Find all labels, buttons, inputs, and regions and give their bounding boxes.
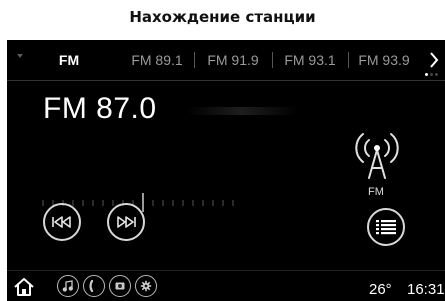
radio-screen: FM FM 89.1 FM 91.9 FM 93.1 FM 93.9 FM 87…	[7, 40, 445, 301]
band-label: FM	[368, 186, 384, 198]
camera-button[interactable]	[109, 275, 131, 297]
tab-separator	[348, 52, 349, 68]
page-title: Нахождение станции	[129, 8, 316, 26]
seek-previous-icon	[52, 216, 71, 228]
music-note-icon	[62, 280, 73, 292]
seek-next-button[interactable]	[107, 203, 145, 241]
divider	[7, 80, 445, 81]
chevron-right-icon[interactable]	[427, 50, 441, 70]
list-icon	[376, 220, 396, 235]
tab-fm[interactable]: FM	[49, 51, 89, 69]
tab-separator	[194, 52, 195, 68]
camera-icon	[115, 282, 125, 290]
gear-icon	[140, 280, 152, 292]
music-button[interactable]	[57, 275, 79, 297]
phone-button[interactable]	[83, 275, 105, 297]
tab-separator	[272, 52, 273, 68]
tab-fm-93-1[interactable]: FM 93.1	[275, 51, 345, 69]
chevron-down-icon[interactable]	[17, 54, 23, 58]
page-indicator	[425, 73, 440, 77]
frequency-display: FM 87.0	[43, 92, 157, 125]
seek-previous-button[interactable]	[43, 203, 81, 241]
rds-text-placeholder	[187, 107, 297, 115]
tab-fm-93-9[interactable]: FM 93.9	[351, 51, 417, 69]
preset-tab-bar: FM FM 89.1 FM 91.9 FM 93.1 FM 93.9	[7, 40, 445, 80]
tab-fm-91-9[interactable]: FM 91.9	[198, 51, 268, 69]
radio-antenna-icon	[355, 133, 399, 179]
tab-fm-89-1[interactable]: FM 89.1	[125, 51, 189, 69]
station-list-button[interactable]	[367, 208, 405, 246]
temperature-readout: 26°	[369, 281, 392, 298]
phone-icon	[89, 280, 94, 292]
clock: 16:31	[407, 281, 445, 298]
home-icon[interactable]	[13, 276, 35, 298]
bottom-bar: 26° 16:31	[7, 270, 445, 301]
seek-next-icon	[117, 216, 136, 228]
settings-button[interactable]	[135, 275, 157, 297]
